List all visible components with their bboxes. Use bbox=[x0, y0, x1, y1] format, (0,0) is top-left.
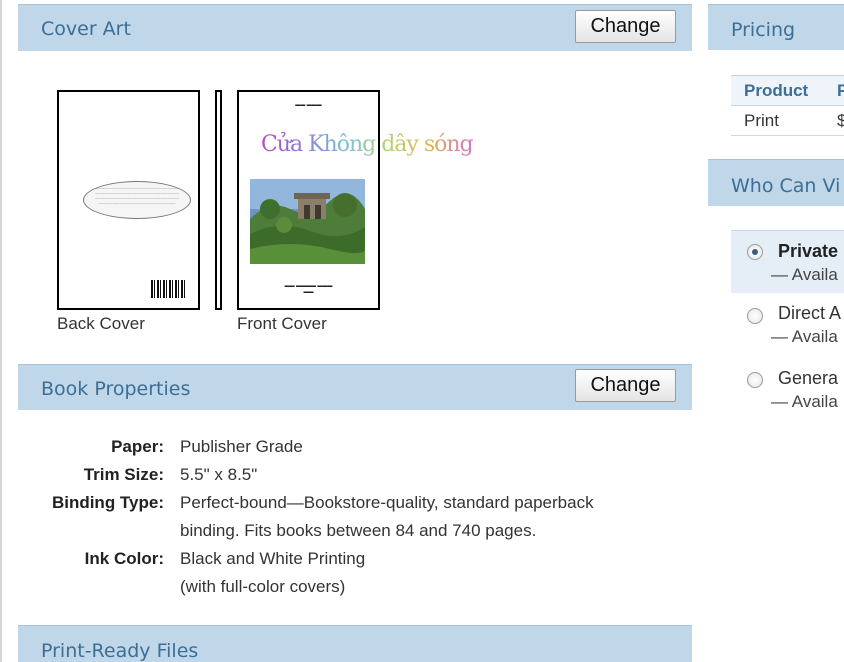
general-label: Genera bbox=[778, 368, 839, 388]
cover-art-header: Cover Art Change bbox=[18, 4, 692, 51]
private-label: Private bbox=[778, 241, 839, 261]
private-radio[interactable] bbox=[747, 244, 763, 260]
private-desc: — Availa bbox=[771, 265, 838, 284]
price-column-header: P bbox=[837, 81, 844, 100]
pricing-row-print: Print $ bbox=[731, 106, 844, 136]
ink-color-value-line2: (with full-color covers) bbox=[180, 577, 346, 596]
back-cover-label: Back Cover bbox=[57, 314, 145, 333]
direct-radio[interactable] bbox=[747, 308, 763, 324]
book-properties-header: Book Properties Change bbox=[18, 364, 692, 410]
paper-value: Publisher Grade bbox=[180, 437, 303, 456]
cover-art-title: Cover Art bbox=[41, 18, 131, 40]
product-column-header: Product bbox=[744, 81, 809, 100]
trim-size-key: Trim Size: bbox=[83, 465, 164, 484]
who-can-view-header: Who Can Vi bbox=[708, 159, 844, 206]
visibility-option-private[interactable]: Private — Availa bbox=[731, 230, 844, 293]
trim-size-value: 5.5" x 8.5" bbox=[180, 465, 258, 484]
barcode-icon bbox=[151, 280, 185, 298]
book-properties-title: Book Properties bbox=[41, 378, 191, 400]
print-ready-files-header: Print-Ready Files bbox=[18, 625, 692, 662]
direct-desc: — Availa bbox=[771, 327, 838, 346]
ink-color-value-line1: Black and White Printing bbox=[180, 549, 366, 568]
back-cover-blurb: ~~~~~~~~~~~~~~~~~~~~~~~~~~~~~~~~~~~~ ~~~… bbox=[83, 181, 191, 219]
visibility-option-general[interactable]: Genera — Availa bbox=[731, 360, 844, 418]
binding-type-key: Binding Type: bbox=[51, 493, 164, 512]
paper-key: Paper: bbox=[111, 437, 164, 456]
pricing-table-header: Product P bbox=[731, 76, 844, 106]
front-cover-thumbnail[interactable]: ▬▬ ▬▬▬ Cửa Không dây sóng ▬▬ ▬▬▬▬ ▬▬▬ ▬▬ bbox=[237, 90, 474, 310]
general-desc: — Availa bbox=[771, 392, 838, 411]
ink-color-key: Ink Color: bbox=[84, 549, 164, 568]
direct-label: Direct A bbox=[778, 303, 842, 323]
binding-type-value-line2: binding. Fits books between 84 and 740 p… bbox=[180, 521, 537, 540]
pricing-header: Pricing bbox=[708, 4, 844, 50]
general-radio[interactable] bbox=[747, 372, 763, 388]
binding-type-value-line1: Perfect-bound—Bookstore-quality, standar… bbox=[180, 493, 594, 512]
front-cover-title: Cửa Không dây sóng bbox=[261, 132, 474, 157]
cover-art-change-button[interactable]: Change bbox=[575, 10, 676, 43]
spine-thumbnail[interactable] bbox=[215, 90, 222, 310]
price-cell: $ bbox=[837, 111, 844, 130]
who-can-view-title: Who Can Vi bbox=[731, 175, 841, 197]
front-cover-photo bbox=[250, 179, 365, 264]
product-cell: Print bbox=[744, 111, 779, 130]
pricing-title: Pricing bbox=[731, 19, 796, 41]
landscape-photo bbox=[250, 179, 365, 264]
front-cover-publisher: ▬▬ ▬▬▬▬ ▬▬▬ ▬▬ bbox=[284, 283, 333, 295]
visibility-option-direct[interactable]: Direct A — Availa bbox=[731, 296, 844, 354]
print-ready-files-title: Print-Ready Files bbox=[41, 640, 199, 662]
front-cover-author: ▬▬ ▬▬▬ bbox=[295, 102, 322, 108]
front-cover-label: Front Cover bbox=[237, 314, 327, 333]
book-properties-change-button[interactable]: Change bbox=[575, 369, 676, 402]
back-cover-thumbnail[interactable]: ~~~~~~~~~~~~~~~~~~~~~~~~~~~~~~~~~~~~ ~~~… bbox=[57, 90, 200, 310]
pricing-table: Product P Print $ bbox=[731, 75, 844, 136]
